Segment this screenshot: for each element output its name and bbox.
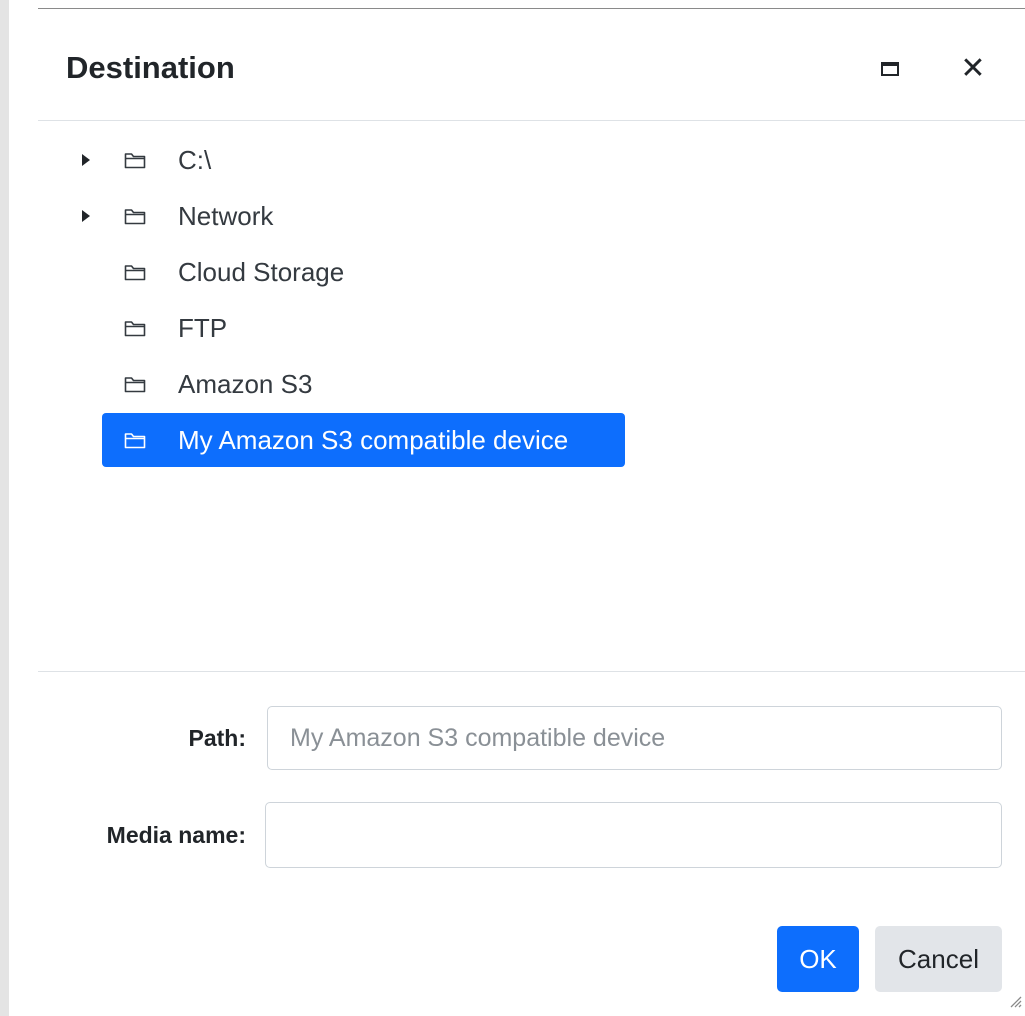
- dialog-header: Destination ✕: [38, 9, 1025, 121]
- maximize-button[interactable]: [870, 49, 910, 89]
- maximize-icon: [881, 62, 899, 76]
- close-button[interactable]: ✕: [953, 49, 993, 89]
- destination-tree: C:\ Network Cloud Storage FTP Amazon S3 …: [38, 121, 1025, 671]
- tree-item-label: My Amazon S3 compatible device: [178, 424, 569, 455]
- expand-caret-icon[interactable]: [82, 210, 90, 222]
- tree-item-label: Network: [178, 200, 274, 231]
- dialog-title: Destination: [66, 50, 235, 85]
- tree-item-label: Cloud Storage: [178, 256, 345, 287]
- folder-icon: [124, 265, 146, 281]
- tree-item-label: C:\: [178, 144, 212, 175]
- tree-item-my-amazon-s3-compatible-device[interactable]: My Amazon S3 compatible device: [102, 413, 625, 467]
- ok-button[interactable]: OK: [777, 926, 859, 992]
- page: Destination ✕ C:\ Network Cloud Storage …: [0, 0, 1025, 1016]
- close-icon: ✕: [960, 52, 986, 85]
- tree-item-network[interactable]: Network: [82, 189, 402, 243]
- destination-dialog: Destination ✕ C:\ Network Cloud Storage …: [38, 9, 1025, 1016]
- background-scrollbar-strip: [0, 0, 9, 1016]
- background-window-edge: [38, 0, 1025, 9]
- footer-divider: [38, 671, 1025, 672]
- folder-icon: [124, 153, 146, 169]
- folder-icon: [124, 321, 146, 337]
- folder-icon: [124, 209, 146, 225]
- path-label: Path:: [188, 725, 247, 751]
- resize-grip-icon[interactable]: [1008, 994, 1022, 1008]
- cancel-button[interactable]: Cancel: [875, 926, 1002, 992]
- media-name-label: Media name:: [106, 822, 246, 848]
- folder-icon: [124, 377, 146, 393]
- media-name-input[interactable]: [265, 802, 1002, 868]
- path-input[interactable]: [267, 706, 1002, 770]
- expand-caret-icon[interactable]: [82, 154, 90, 166]
- tree-item-amazon-s3[interactable]: Amazon S3: [102, 357, 402, 411]
- tree-item-cloud-storage[interactable]: Cloud Storage: [102, 245, 502, 299]
- tree-item-label: FTP: [178, 312, 228, 343]
- folder-icon: [124, 433, 146, 449]
- tree-item-c-drive[interactable]: C:\: [82, 133, 402, 187]
- tree-item-label: Amazon S3: [178, 368, 313, 399]
- tree-item-ftp[interactable]: FTP: [102, 301, 402, 355]
